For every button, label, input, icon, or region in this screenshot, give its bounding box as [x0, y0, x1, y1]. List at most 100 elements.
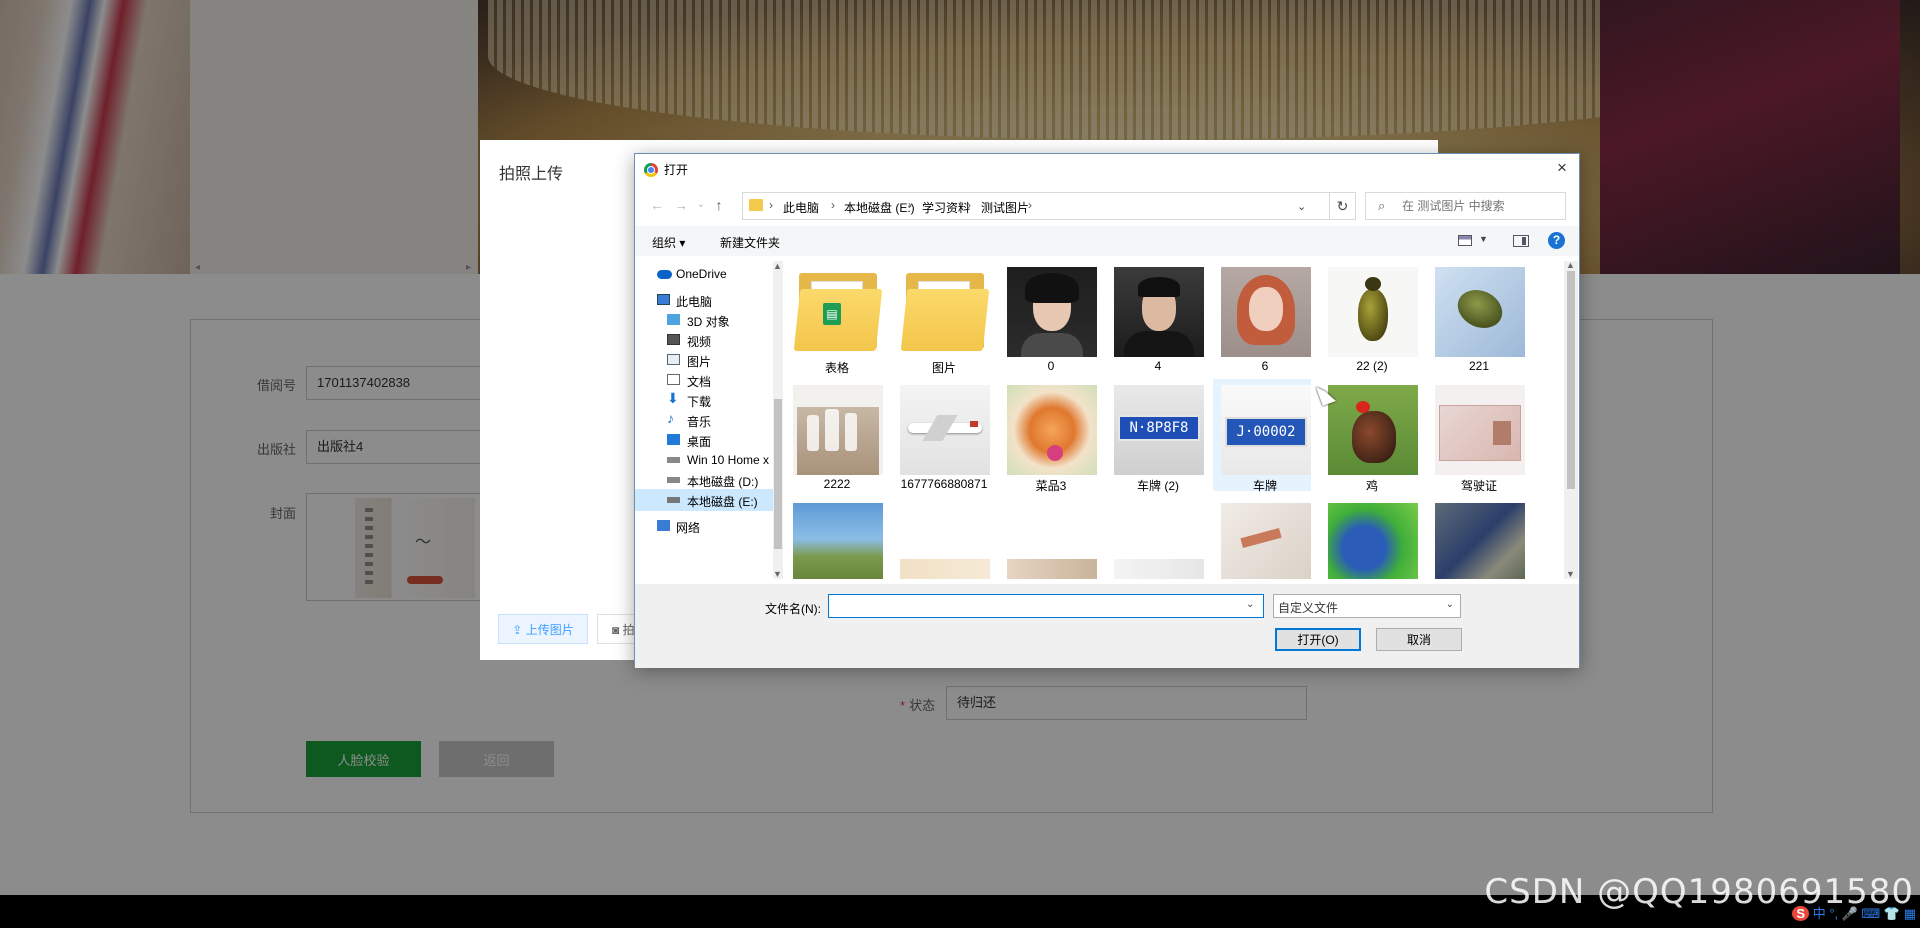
computer-icon [657, 294, 670, 305]
back-arrow-icon[interactable]: ← [648, 197, 666, 213]
file-item-image-cover[interactable] [1213, 497, 1311, 579]
file-item-image-dish[interactable]: 菜品3 [999, 379, 1097, 493]
drive-icon [667, 477, 680, 483]
file-item-image-satellite-1[interactable] [1320, 497, 1418, 579]
image-thumbnail [900, 559, 990, 579]
breadcrumb-sep-icon: › [967, 198, 971, 212]
document-icon [667, 374, 680, 385]
file-item-image-22-2[interactable]: 22 (2) [1320, 261, 1418, 373]
filename-label: 文件名(N): [765, 602, 821, 616]
navigation-pane: OneDrive 此电脑 3D 对象 视频 图片 文档 ⬇ 下载 ♪ 音乐 桌面… [635, 261, 781, 579]
license-thumbnail [1435, 385, 1525, 475]
file-scroll-thumb[interactable] [1567, 271, 1575, 489]
preview-pane-icon[interactable] [1513, 235, 1529, 247]
file-item-image-6[interactable]: 6 [1213, 261, 1311, 373]
nav-scroll-thumb[interactable] [774, 399, 782, 549]
nav-item-videos[interactable]: 视频 [635, 329, 775, 351]
filename-dropdown-icon[interactable]: ⌄ [1246, 599, 1254, 610]
file-item-image-plate-2[interactable]: N·8P8F8 车牌 (2) [1106, 379, 1204, 493]
breadcrumb-sep-icon: › [831, 198, 835, 212]
file-item-image-4[interactable]: 4 [1106, 261, 1204, 373]
image-thumbnail [1114, 559, 1204, 579]
forward-arrow-icon[interactable]: → [672, 197, 690, 213]
up-arrow-icon[interactable]: ↑ [710, 197, 728, 213]
organize-menu[interactable]: 组织 ▾ [652, 234, 685, 251]
breadcrumb-sep-icon: › [769, 198, 773, 212]
file-item-image-partial-2[interactable] [999, 497, 1097, 579]
filetype-select[interactable]: 自定义文件 ⌄ [1273, 594, 1461, 618]
nav-item-desktop[interactable]: 桌面 [635, 429, 775, 451]
beetle-thumbnail [1435, 267, 1525, 357]
breadcrumb-study[interactable]: 学习资料 [922, 199, 970, 216]
file-item-image-partial-1[interactable] [892, 497, 990, 579]
cancel-button[interactable]: 取消 [1376, 628, 1462, 651]
breadcrumb-sep-icon: › [1028, 198, 1032, 212]
close-icon[interactable]: × [1545, 154, 1579, 184]
nav-item-win10[interactable]: Win 10 Home x [635, 449, 775, 471]
recent-dropdown-icon[interactable]: ⌄ [692, 199, 710, 210]
toolbar: 组织 ▾ 新建文件夹 ▼ ? [635, 226, 1579, 256]
satellite-thumbnail [1328, 503, 1418, 579]
nav-item-music[interactable]: ♪ 音乐 [635, 409, 775, 431]
search-icon: ⌕ [1378, 198, 1386, 213]
file-item-image-license[interactable]: 驾驶证 [1427, 379, 1525, 493]
ime-toolbar[interactable]: S 中 °, 🎤 ⌨ 👕 ▦ [1792, 903, 1916, 922]
view-icon[interactable] [1458, 235, 1472, 246]
file-item-image-airplane[interactable]: 1677766880871 [892, 379, 990, 491]
file-item-image-2222[interactable]: 2222 [785, 379, 883, 491]
search-box[interactable]: ⌕ [1365, 192, 1566, 220]
address-row: ← → ⌄ ↑ › 此电脑 › 本地磁盘 (E:) › 学习资料 › 测试图片 … [635, 190, 1579, 222]
portrait-thumbnail [1114, 267, 1204, 357]
file-item-image-partial-3[interactable] [1106, 497, 1204, 579]
help-icon[interactable]: ? [1548, 232, 1565, 249]
satellite-thumbnail [1435, 503, 1525, 579]
file-item-image-221[interactable]: 221 [1427, 261, 1525, 373]
landscape-thumbnail [793, 503, 883, 579]
nav-item-onedrive[interactable]: OneDrive [635, 263, 775, 285]
nav-item-documents[interactable]: 文档 [635, 369, 775, 391]
nav-item-pictures[interactable]: 图片 [635, 349, 775, 371]
folder-icon: ▤ [793, 267, 883, 357]
nav-item-drive-d[interactable]: 本地磁盘 (D:) [635, 469, 775, 491]
nav-item-network[interactable]: 网络 [635, 515, 775, 537]
breadcrumb-drive-e[interactable]: 本地磁盘 (E:) [844, 199, 915, 216]
open-button[interactable]: 打开(O) [1275, 628, 1361, 651]
search-input[interactable] [1402, 197, 1562, 215]
nav-scrollbar[interactable]: ▲ ▼ [773, 261, 783, 579]
file-item-image-rooster[interactable]: 鸡 [1320, 379, 1418, 493]
upload-image-button[interactable]: ⇪ 上传图片 [498, 614, 588, 644]
filename-input[interactable] [828, 594, 1264, 618]
refresh-icon[interactable]: ↻ [1330, 192, 1356, 220]
address-bar[interactable]: › 此电脑 › 本地磁盘 (E:) › 学习资料 › 测试图片 › ⌄ [742, 192, 1330, 220]
file-item-folder-table[interactable]: ▤ 表格 [785, 261, 883, 375]
file-item-image-plate[interactable]: J·00002 车牌 [1213, 379, 1311, 493]
airplane-thumbnail [900, 385, 990, 475]
file-grid-scrollbar[interactable]: ▲ ▼ [1564, 260, 1578, 579]
nav-item-3d-objects[interactable]: 3D 对象 [635, 309, 775, 331]
chevron-down-icon: ⌄ [1445, 599, 1454, 610]
breadcrumb-test-images[interactable]: 测试图片 [981, 199, 1029, 216]
view-dropdown-icon[interactable]: ▼ [1479, 234, 1488, 244]
file-item-image-landscape[interactable] [785, 497, 883, 579]
scroll-down-icon[interactable]: ▼ [773, 569, 782, 579]
breadcrumb-this-pc[interactable]: 此电脑 [783, 199, 819, 216]
drive-icon [667, 497, 680, 503]
nav-item-downloads[interactable]: ⬇ 下载 [635, 389, 775, 411]
open-file-dialog: 打开 × ← → ⌄ ↑ › 此电脑 › 本地磁盘 (E:) › 学习资料 › … [634, 153, 1580, 668]
desktop-icon [667, 434, 680, 445]
file-item-folder-images[interactable]: 图片 [892, 261, 990, 375]
rooster-thumbnail [1328, 385, 1418, 475]
file-item-image-0[interactable]: 0 [999, 261, 1097, 373]
nav-item-drive-e[interactable]: 本地磁盘 (E:) [635, 489, 775, 511]
file-item-image-satellite-2[interactable] [1427, 497, 1525, 579]
plate-thumbnail: N·8P8F8 [1114, 385, 1204, 475]
scroll-down-icon[interactable]: ▼ [1566, 569, 1575, 579]
cloud-icon [657, 270, 672, 279]
dialog-titlebar[interactable]: 打开 × [635, 154, 1579, 184]
scroll-up-icon[interactable]: ▲ [773, 261, 782, 271]
address-dropdown-icon[interactable]: ⌄ [1297, 200, 1306, 213]
scroll-up-icon[interactable]: ▲ [1566, 260, 1575, 270]
new-folder-button[interactable]: 新建文件夹 [720, 234, 780, 251]
plate-thumbnail: J·00002 [1221, 385, 1311, 475]
nav-item-this-pc[interactable]: 此电脑 [635, 289, 775, 311]
